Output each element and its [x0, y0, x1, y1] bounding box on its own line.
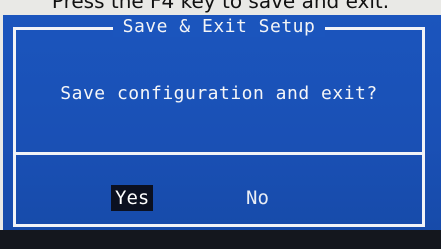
instruction-caption: Press the F4 key to save and exit. — [51, 0, 390, 13]
yes-button[interactable]: Yes — [111, 185, 154, 211]
dialog-title-text: Save & Exit Setup — [112, 16, 326, 37]
dialog-buttons: Yes No — [16, 185, 422, 211]
dialog-divider — [16, 152, 422, 155]
monitor-bezel — [0, 230, 441, 249]
dialog-title: Save & Exit Setup — [16, 15, 422, 39]
no-button[interactable]: No — [242, 185, 273, 211]
dialog-prompt: Save configuration and exit? — [60, 83, 378, 104]
bios-screen: Save & Exit Setup Save configuration and… — [3, 15, 441, 245]
save-exit-dialog: Save & Exit Setup Save configuration and… — [13, 16, 425, 227]
